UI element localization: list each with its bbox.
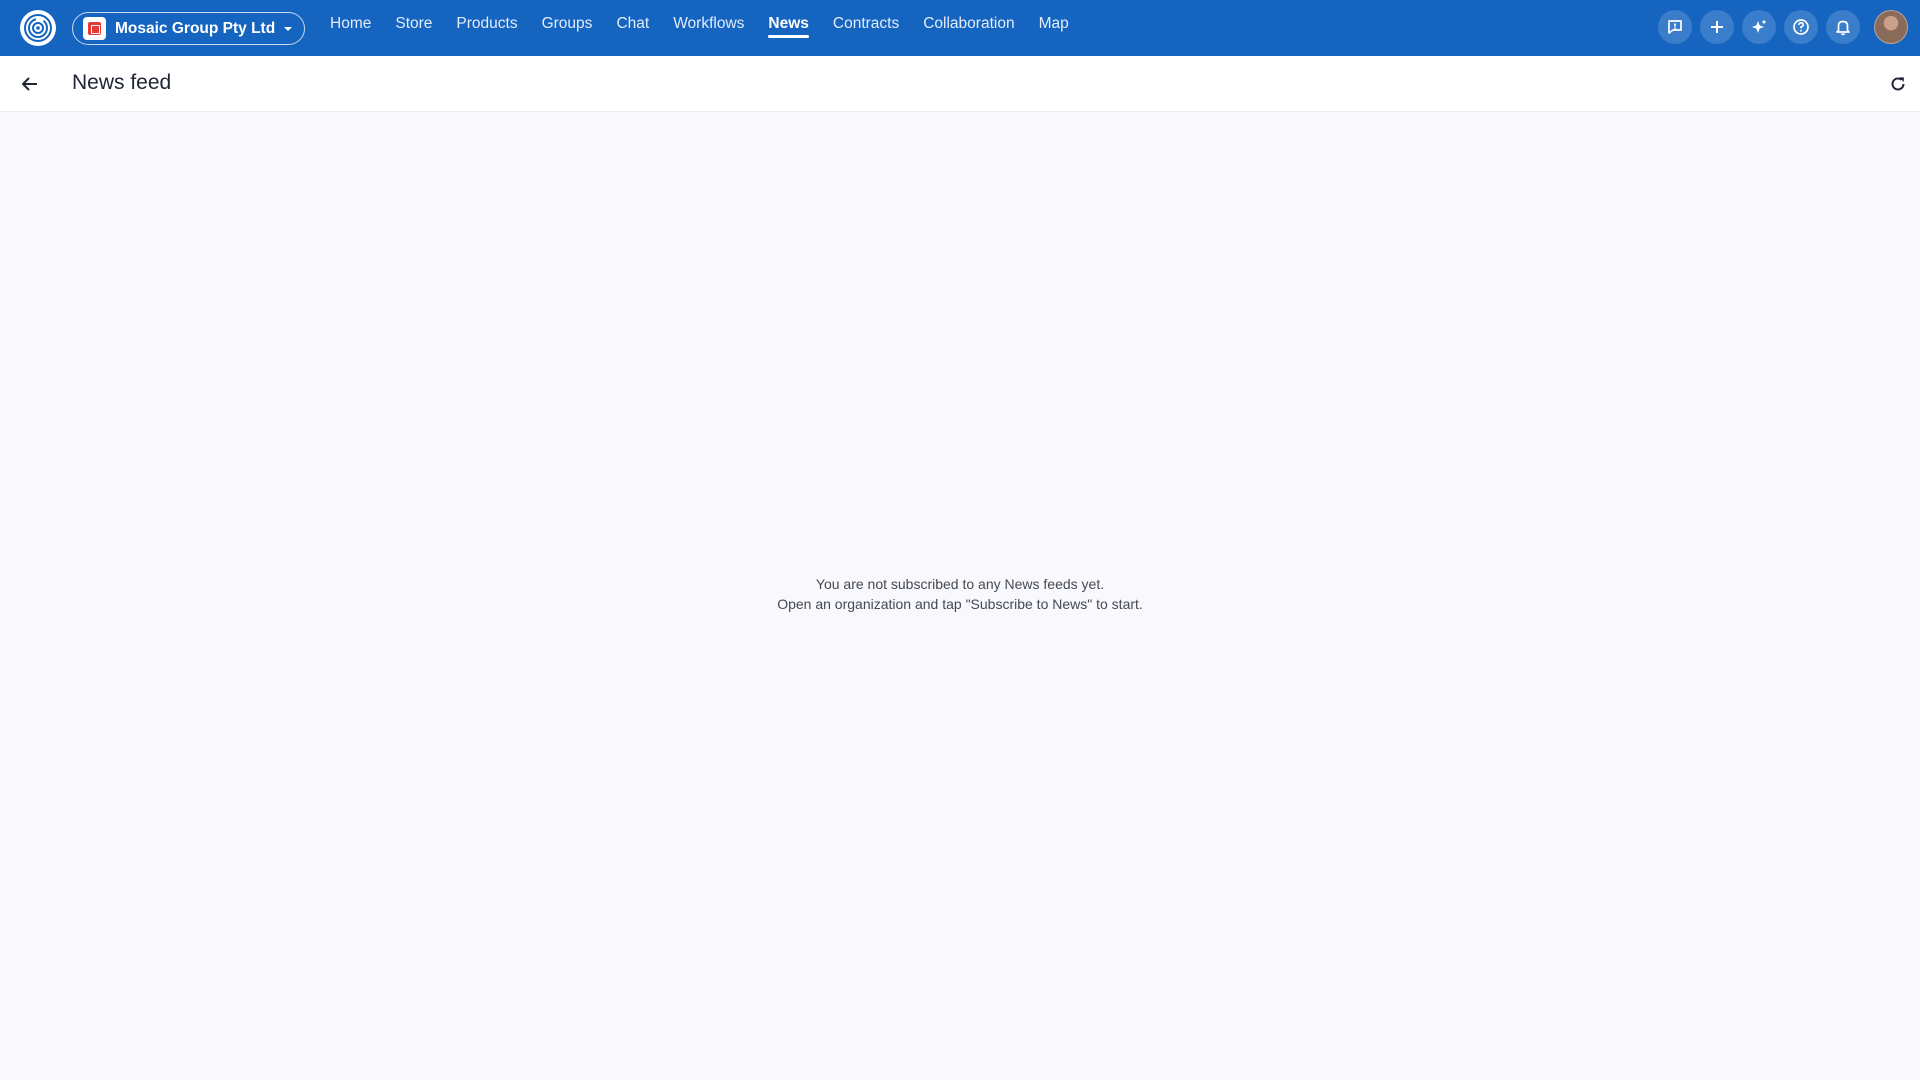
empty-state: You are not subscribed to any News feeds…	[0, 574, 1920, 614]
nav-groups[interactable]: Groups	[530, 0, 605, 52]
nav-workflows[interactable]: Workflows	[661, 0, 756, 52]
page-title: News feed	[72, 71, 172, 94]
nav-contracts[interactable]: Contracts	[821, 0, 911, 52]
help-icon[interactable]	[1784, 10, 1818, 44]
app-logo-icon[interactable]	[20, 10, 56, 46]
nav-store[interactable]: Store	[383, 0, 444, 52]
chevron-down-icon	[282, 23, 294, 35]
org-logo	[83, 17, 106, 40]
nav-collaboration[interactable]: Collaboration	[911, 0, 1026, 52]
refresh-icon[interactable]	[1882, 68, 1914, 100]
nav-home[interactable]: Home	[318, 0, 383, 52]
empty-state-line-2: Open an organization and tap "Subscribe …	[777, 596, 1143, 612]
org-switcher[interactable]: Mosaic Group Pty Ltd	[72, 12, 305, 45]
avatar[interactable]	[1874, 10, 1908, 44]
page-header: News feed	[0, 56, 1920, 112]
nav-products[interactable]: Products	[444, 0, 529, 52]
org-name: Mosaic Group Pty Ltd	[115, 19, 276, 37]
nav-news[interactable]: News	[756, 0, 821, 52]
main-nav: Home Store Products Groups Chat Workflow…	[318, 0, 1081, 56]
empty-state-line-1: You are not subscribed to any News feeds…	[815, 576, 1105, 592]
plus-icon[interactable]	[1700, 10, 1734, 44]
back-arrow-icon[interactable]	[14, 68, 46, 100]
nav-map[interactable]: Map	[1027, 0, 1081, 52]
feedback-icon[interactable]	[1658, 10, 1692, 44]
top-bar: Mosaic Group Pty Ltd Home Store Products…	[0, 0, 1920, 56]
nav-chat[interactable]: Chat	[604, 0, 661, 52]
sparkle-icon[interactable]	[1742, 10, 1776, 44]
header-actions	[1658, 10, 1908, 44]
bell-icon[interactable]	[1826, 10, 1860, 44]
